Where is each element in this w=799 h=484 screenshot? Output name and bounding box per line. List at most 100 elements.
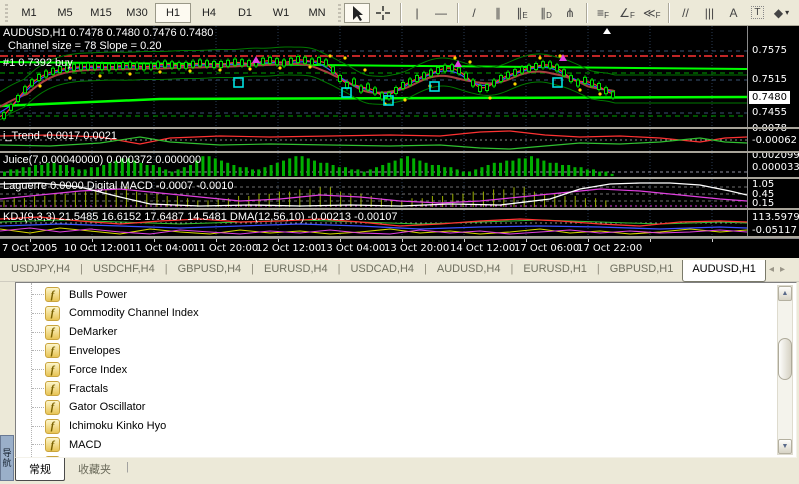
timeframe-d1[interactable]: D1 [227,3,263,23]
pane-splitter[interactable] [0,151,799,153]
chart-tab-gbpusd-h4[interactable]: GBPUSD,H4 [169,260,251,280]
time-axis-tick [154,239,155,242]
chart-tab-eurusd-h1[interactable]: EURUSD,H1 [514,260,596,280]
price-axis-label: -0.00062 [752,135,797,146]
scroll-down-button[interactable]: ▼ [778,439,792,454]
pane-splitter[interactable] [0,127,799,129]
tree-branch-line [32,350,44,351]
toolbar-grip[interactable] [338,4,341,22]
time-axis-tick [650,239,651,242]
toolbar-separator [457,3,458,23]
indicator-function-icon: f [45,400,60,415]
time-axis-label: 13 Oct 04:00 [320,243,385,254]
laguerre-pane-label: Laguerre 0.0000 Digital MACD -0.0007 -0.… [3,180,234,192]
cursor-tool[interactable] [344,3,370,23]
vertical-line-tool-glyph: | [415,6,418,20]
text-tool[interactable]: A [721,3,745,23]
timeframe-mn[interactable]: MN [299,3,335,23]
chart-tab-usdcad-h4[interactable]: USDCAD,H4 [341,260,423,280]
time-axis-tick [216,239,217,242]
toolbar-separator [400,3,401,23]
andrews-pitchfork-tool-glyph: ⋔ [565,6,575,20]
text-label-tool[interactable]: T [745,3,769,23]
pane-splitter[interactable] [0,236,799,238]
chart-tab-usdchf-h4[interactable]: USDCHF,H4 [84,260,164,280]
navigator-list: fBulls PowerfCommodity Channel IndexfDeM… [15,282,797,458]
chart-tab-audusd-h4[interactable]: AUDUSD,H4 [428,260,510,280]
timeframe-h1[interactable]: H1 [155,3,191,23]
symbol-ohlc-header: AUDUSD,H1 0.7478 0.7480 0.7476 0.7480 [3,27,213,39]
chart-tab-eurusd-h4[interactable]: EURUSD,H4 [255,260,337,280]
chart-tab-usdjpy-h4[interactable]: USDJPY,H4 [2,260,79,280]
timeframe-m5[interactable]: M5 [47,3,83,23]
time-axis-label: 14 Oct 12:00 [450,243,515,254]
timeframe-m30[interactable]: M30 [119,3,155,23]
fibo-retracement-tool[interactable]: ≡F [591,3,615,23]
tree-branch-line [32,444,44,445]
fibo-fan-tool[interactable]: ∠F [615,3,639,23]
time-axis-tick [588,239,589,242]
tree-branch-line [32,332,44,333]
indicator-list-item[interactable]: f Fractals [16,379,746,398]
indicator-list-item[interactable]: fEnvelopes [16,341,746,360]
parallel-lines-tool[interactable]: // [673,3,697,23]
cycle-lines-tool[interactable]: ||| [697,3,721,23]
toolbar-separator [668,3,669,23]
pane-splitter[interactable] [0,208,799,210]
navigator-tab-common[interactable]: 常规 [15,458,65,481]
toolbar: M1M5M15M30H1H4D1W1MN | — /∥∥E∥D ⋔ ≡F∠F≪F // ||… [0,0,799,26]
indicator-function-icon: f [45,381,60,396]
navigator-tab-favorites[interactable]: 收藏夹 [65,458,124,480]
indicator-list-item[interactable]: fMACD [16,435,746,454]
pane-splitter[interactable] [0,177,799,179]
vertical-line-tool[interactable]: | [405,3,429,23]
chart-tab-gbpusd-h1[interactable]: GBPUSD,H1 [601,260,683,280]
tab-scroll-arrows[interactable]: ◂▸ [769,260,797,280]
time-axis-tick [712,239,713,242]
arrow-pointer-icon [348,4,366,22]
crosshair-icon [374,4,392,22]
arrows-tool[interactable]: ◆▾ [769,3,793,23]
timeframe-m1[interactable]: M1 [11,3,47,23]
crosshair-tool[interactable] [370,3,396,23]
indicator-list-item[interactable]: fCommodity Channel Index [16,304,746,323]
channel-info-label: Channel size = 78 Slope = 0.20 [8,40,162,52]
indicator-function-icon: f [45,287,60,302]
indicator-list-item[interactable]: fBulls Power [16,285,746,304]
channel-e-tool[interactable]: ∥E [510,3,534,23]
indicator-list-item[interactable]: fGator Oscillator [16,398,746,417]
indicator-list-item[interactable]: fForce Index [16,360,746,379]
time-axis-label: 12 Oct 12:00 [256,243,321,254]
price-axis-label: 113.5979 [752,212,799,223]
scrollbar-thumb[interactable] [778,338,792,380]
equidistant-channel-tool[interactable]: ∥ [486,3,510,23]
trendline-tool[interactable]: / [462,3,486,23]
scroll-up-button[interactable]: ▲ [778,286,792,301]
horizontal-line-tool[interactable]: — [429,3,453,23]
fibo-retracement-tool-glyph: ≡ [597,6,604,20]
indicator-list-item[interactable]: fDeMarker [16,323,746,342]
chart-area[interactable]: AUDUSD,H1 0.7478 0.7480 0.7476 0.7480 Ch… [0,26,799,238]
timeframe-h4[interactable]: H4 [191,3,227,23]
indicator-function-icon: f [45,306,60,321]
channel-d-tool[interactable]: ∥D [534,3,558,23]
fibo-expansion-tool[interactable]: ≪F [639,3,664,23]
indicator-label: Fractals [69,383,108,395]
time-axis-label: 7 Oct 2005 [2,243,57,254]
navigator-scrollbar[interactable]: ▲ ▼ [777,285,793,455]
channel-e-tool-sub: E [522,11,527,20]
time-axis[interactable]: 7 Oct 200510 Oct 12:0011 Oct 04:0011 Oct… [0,238,799,258]
price-axis[interactable]: 0.75750.75150.74550.0078-0.000620.002099… [747,26,799,238]
cycle-lines-tool-glyph: ||| [705,6,714,20]
andrews-pitchfork-tool[interactable]: ⋔ [558,3,582,23]
indicator-label: MACD [69,439,101,451]
navigator-side-tab[interactable]: 导航 [0,435,14,481]
tree-branch-line [32,313,44,314]
toolbar-grip[interactable] [5,4,8,22]
indicator-function-icon: f [45,362,60,377]
indicator-list-item[interactable]: fIchimoku Kinko Hyo [16,417,746,436]
indicator-function-icon: f [45,325,60,340]
timeframe-w1[interactable]: W1 [263,3,299,23]
timeframe-m15[interactable]: M15 [83,3,119,23]
chart-tab-audusd-h1[interactable]: AUDUSD,H1 [682,260,766,282]
